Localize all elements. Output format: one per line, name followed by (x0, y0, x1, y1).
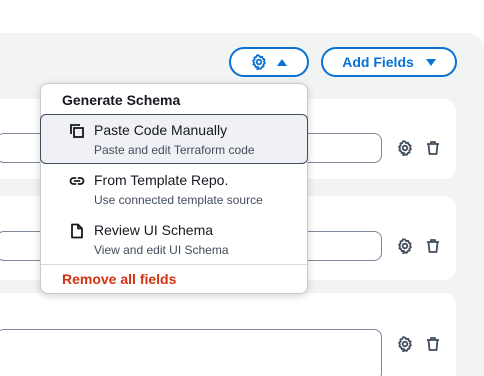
schema-settings-button[interactable] (229, 47, 309, 77)
menu-divider (41, 264, 307, 265)
trash-icon[interactable] (424, 139, 442, 157)
gear-icon[interactable] (396, 139, 414, 157)
field-textarea[interactable] (0, 329, 382, 376)
menu-item-template-repo[interactable]: From Template Repo. Use connected templa… (41, 165, 307, 215)
add-fields-label: Add Fields (342, 54, 414, 70)
menu-item-label: Review UI Schema (94, 222, 214, 238)
trash-icon[interactable] (424, 335, 442, 353)
file-icon (69, 223, 85, 239)
menu-item-description: View and edit UI Schema (94, 243, 229, 257)
menu-item-paste-code[interactable]: Paste Code Manually Paste and edit Terra… (40, 114, 308, 164)
caret-up-icon (277, 58, 287, 66)
add-fields-button[interactable]: Add Fields (321, 47, 457, 77)
trash-icon[interactable] (424, 237, 442, 255)
gear-icon[interactable] (396, 237, 414, 255)
menu-item-label: From Template Repo. (94, 172, 229, 188)
menu-item-label: Paste Code Manually (94, 122, 228, 138)
gear-icon[interactable] (396, 335, 414, 353)
field-row (0, 293, 456, 376)
remove-all-fields-button[interactable]: Remove all fields (62, 271, 176, 287)
link-icon (69, 173, 85, 189)
generate-schema-menu: Generate Schema Paste Code Manually Past… (40, 83, 308, 294)
copy-icon (69, 123, 85, 139)
caret-down-icon (425, 58, 436, 66)
menu-item-review-ui-schema[interactable]: Review UI Schema View and edit UI Schema (41, 215, 307, 265)
menu-header: Generate Schema (62, 92, 181, 108)
menu-item-description: Paste and edit Terraform code (94, 143, 255, 157)
menu-item-description: Use connected template source (94, 193, 263, 207)
gear-icon (251, 54, 267, 70)
